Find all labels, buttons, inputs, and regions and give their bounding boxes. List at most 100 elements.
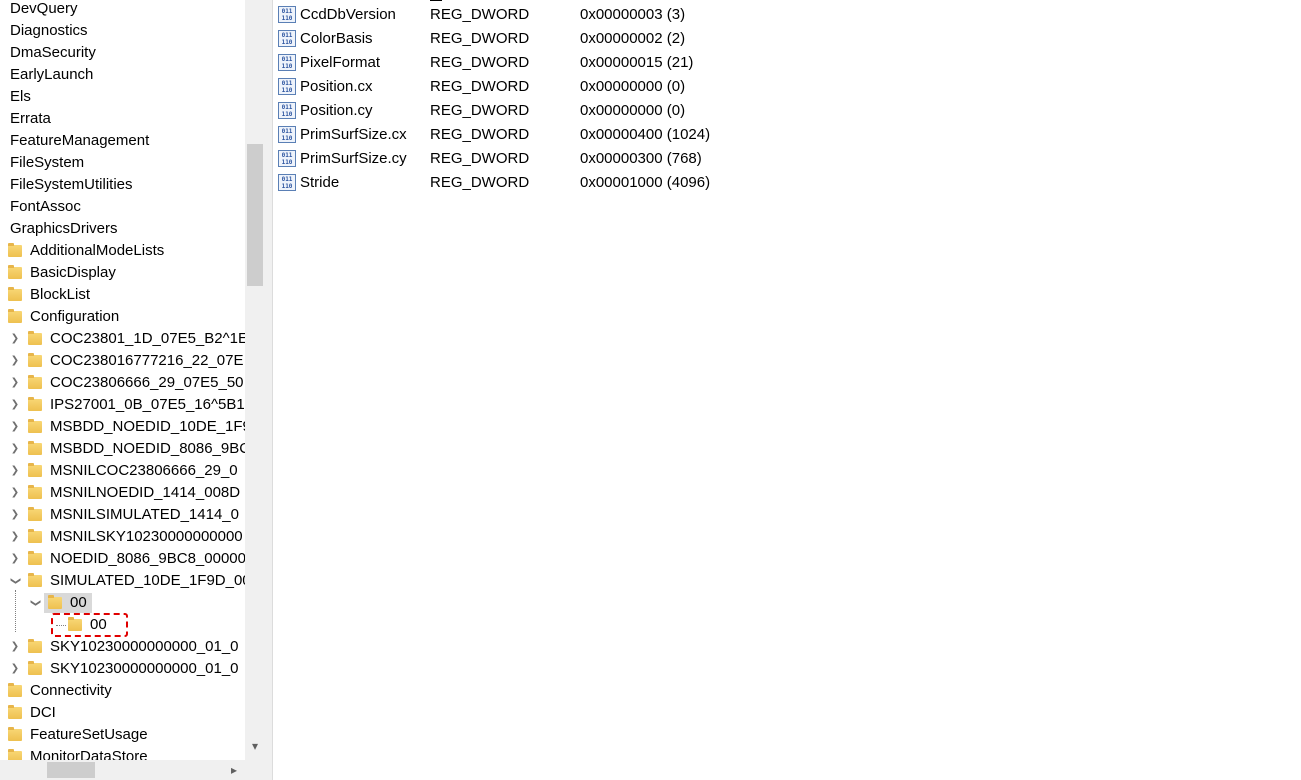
tree-item[interactable]: ❯ SKY10230000000000_01_0 (0, 658, 245, 680)
tree-connector-line (15, 590, 16, 632)
tree-item-label: MSNILNOEDID_1414_008D (50, 484, 241, 501)
value-name: ColorBasis (300, 30, 373, 47)
scroll-down-arrow-icon[interactable]: ▾ (245, 736, 265, 756)
chevron-down-icon[interactable]: ❯ (4, 575, 26, 587)
tree-item[interactable]: FeatureManagement (0, 130, 245, 152)
tree-item-label: FeatureManagement (10, 132, 150, 149)
tree-vertical-scrollbar[interactable]: ▾ (245, 0, 265, 760)
scroll-right-arrow-icon[interactable]: ▸ (224, 760, 244, 780)
tree-item[interactable]: EarlyLaunch (0, 64, 245, 86)
tree-item[interactable]: DCI (0, 702, 245, 724)
chevron-right-icon[interactable]: ❯ (9, 460, 21, 482)
tree-item[interactable]: DmaSecurity (0, 42, 245, 64)
value-data: 0x00000015 (21) (580, 54, 694, 71)
chevron-down-icon[interactable]: ❯ (24, 597, 46, 609)
tree-item[interactable]: ❯ COC23801_1D_07E5_B2^1E (0, 328, 245, 350)
tree-item[interactable]: ❯ MSBDD_NOEDID_8086_9BC (0, 438, 245, 460)
tree-item[interactable]: FontAssoc (0, 196, 245, 218)
tree-item[interactable]: FeatureSetUsage (0, 724, 245, 746)
tree-item-label: Connectivity (30, 682, 112, 699)
tree-item[interactable]: ❯ COC238016777216_22_07E (0, 350, 245, 372)
tree-item-label: AdditionalModeLists (30, 242, 165, 259)
chevron-right-icon[interactable]: ❯ (9, 438, 21, 460)
value-name: Position.cy (300, 102, 373, 119)
value-row[interactable]: 011 110 Position.cy REG_DWORD 0x00000000 (0) (273, 99, 973, 123)
tree-item[interactable]: ❯ SKY10230000000000_01_0 (0, 636, 245, 658)
tree-item[interactable]: ❯ MSNILNOEDID_1414_008D (0, 482, 245, 504)
folder-icon (28, 331, 42, 345)
tree-item[interactable]: GraphicsDrivers (0, 218, 245, 240)
tree-item-label: IPS27001_0B_07E5_16^5B1 (50, 396, 245, 413)
tree-item[interactable]: ❯ 00 (0, 592, 245, 614)
tree-item[interactable]: Errata (0, 108, 245, 130)
value-type: REG_DWORD (430, 54, 530, 71)
value-row[interactable]: 011 110 Stride REG_DWORD 0x00001000 (4096) (273, 171, 973, 195)
value-data: 0x00000003 (3) (580, 6, 686, 23)
folder-icon (8, 243, 22, 257)
registry-tree[interactable]: DevQuery Diagnostics DmaSecurity EarlyLaunc… (0, 0, 245, 760)
chevron-right-icon[interactable]: ❯ (9, 416, 21, 438)
scrollbar-corner (245, 760, 265, 780)
value-row[interactable]: 011 110 Position.cx REG_DWORD 0x00000000 (0) (273, 75, 973, 99)
folder-icon (28, 419, 42, 433)
tree-item[interactable]: MonitorDataStore (0, 746, 245, 760)
chevron-right-icon[interactable]: ❯ (9, 328, 21, 350)
tree-horizontal-scrollbar[interactable]: ▸ (0, 760, 245, 780)
tree-item-label: DCI (30, 704, 56, 721)
tree-item[interactable]: Configuration (0, 306, 245, 328)
tree-item[interactable]: Connectivity (0, 680, 245, 702)
tree-item[interactable]: ❯ COC23806666_29_07E5_50 (0, 372, 245, 394)
value-row[interactable]: 011 110 PrimSurfSize.cy REG_DWORD 0x00000300… (273, 147, 973, 171)
value-type: REG_DWORD (430, 126, 530, 143)
chevron-right-icon[interactable]: ❯ (9, 482, 21, 504)
tree-item[interactable]: Els (0, 86, 245, 108)
tree-item[interactable]: Diagnostics (0, 20, 245, 42)
tree-item-label: FileSystemUtilities (10, 176, 133, 193)
value-data: 0x00000002 (2) (580, 30, 686, 47)
reg-binary-value-icon: 011 110 (278, 30, 296, 47)
folder-icon (28, 441, 42, 455)
tree-item[interactable]: ❯ MSNILSIMULATED_1414_0 (0, 504, 245, 526)
chevron-right-icon[interactable]: ❯ (9, 372, 21, 394)
folder-icon (28, 507, 42, 521)
chevron-right-icon[interactable]: ❯ (9, 350, 21, 372)
chevron-right-icon[interactable]: ❯ (9, 394, 21, 416)
value-row[interactable]: 011 110 PrimSurfSize.cx REG_DWORD 0x00000400… (273, 123, 973, 147)
tree-item-label: NOEDID_8086_9BC8_00000 (50, 550, 245, 567)
chevron-right-icon[interactable]: ❯ (9, 504, 21, 526)
chevron-right-icon[interactable]: ❯ (9, 548, 21, 570)
tree-item[interactable]: ❯ MSNILSKY10230000000000 (0, 526, 245, 548)
tree-vertical-scroll-thumb[interactable] (247, 144, 263, 286)
tree-horizontal-scroll-thumb[interactable] (47, 762, 95, 778)
tree-item[interactable]: FileSystem (0, 152, 245, 174)
tree-item-label: BasicDisplay (30, 264, 116, 281)
value-type: REG_DWORD (430, 78, 530, 95)
tree-item[interactable]: ❯ MSBDD_NOEDID_10DE_1F9 (0, 416, 245, 438)
tree-item-label: MSNILSKY10230000000000 (50, 528, 243, 545)
registry-values-list[interactable]: 011 110 CcdDbVersion REG_DWORD 0x00000003 (3… (273, 0, 1301, 780)
value-name: CcdDbVersion (300, 6, 396, 23)
tree-item[interactable]: BasicDisplay (0, 262, 245, 284)
tree-item[interactable]: ❯ MSNILCOC23806666_29_0 (0, 460, 245, 482)
chevron-right-icon[interactable]: ❯ (9, 636, 21, 658)
tree-item[interactable]: ❯ NOEDID_8086_9BC8_00000 (0, 548, 245, 570)
chevron-right-icon[interactable]: ❯ (9, 658, 21, 680)
pane-splitter[interactable] (265, 0, 273, 780)
value-row[interactable]: 011 110 CcdDbVersion REG_DWORD 0x00000003 (3… (273, 3, 973, 27)
tree-item[interactable]: FileSystemUtilities (0, 174, 245, 196)
registry-tree-pane[interactable]: DevQuery Diagnostics DmaSecurity EarlyLaunc… (0, 0, 265, 780)
value-row[interactable]: 011 110 PixelFormat REG_DWORD 0x00000015 (21… (273, 51, 973, 75)
tree-item[interactable]: DevQuery (0, 0, 245, 20)
tree-item[interactable]: ❯ SIMULATED_10DE_1F9D_00 (0, 570, 245, 592)
value-type: REG_DWORD (430, 174, 530, 191)
chevron-right-icon[interactable]: ❯ (9, 526, 21, 548)
tree-item-label: SKY10230000000000_01_0 (50, 660, 239, 677)
tree-item-label: MSBDD_NOEDID_10DE_1F9 (50, 418, 245, 435)
tree-item[interactable]: BlockList (0, 284, 245, 306)
tree-item[interactable]: AdditionalModeLists (0, 240, 245, 262)
reg-binary-value-icon: 011 110 (278, 102, 296, 119)
tree-item-label: GraphicsDrivers (10, 220, 118, 237)
tree-item[interactable]: ❯ IPS27001_0B_07E5_16^5B1 (0, 394, 245, 416)
tree-item-label: FontAssoc (10, 198, 81, 215)
value-row[interactable]: 011 110 ColorBasis REG_DWORD 0x00000002 (2) (273, 27, 973, 51)
